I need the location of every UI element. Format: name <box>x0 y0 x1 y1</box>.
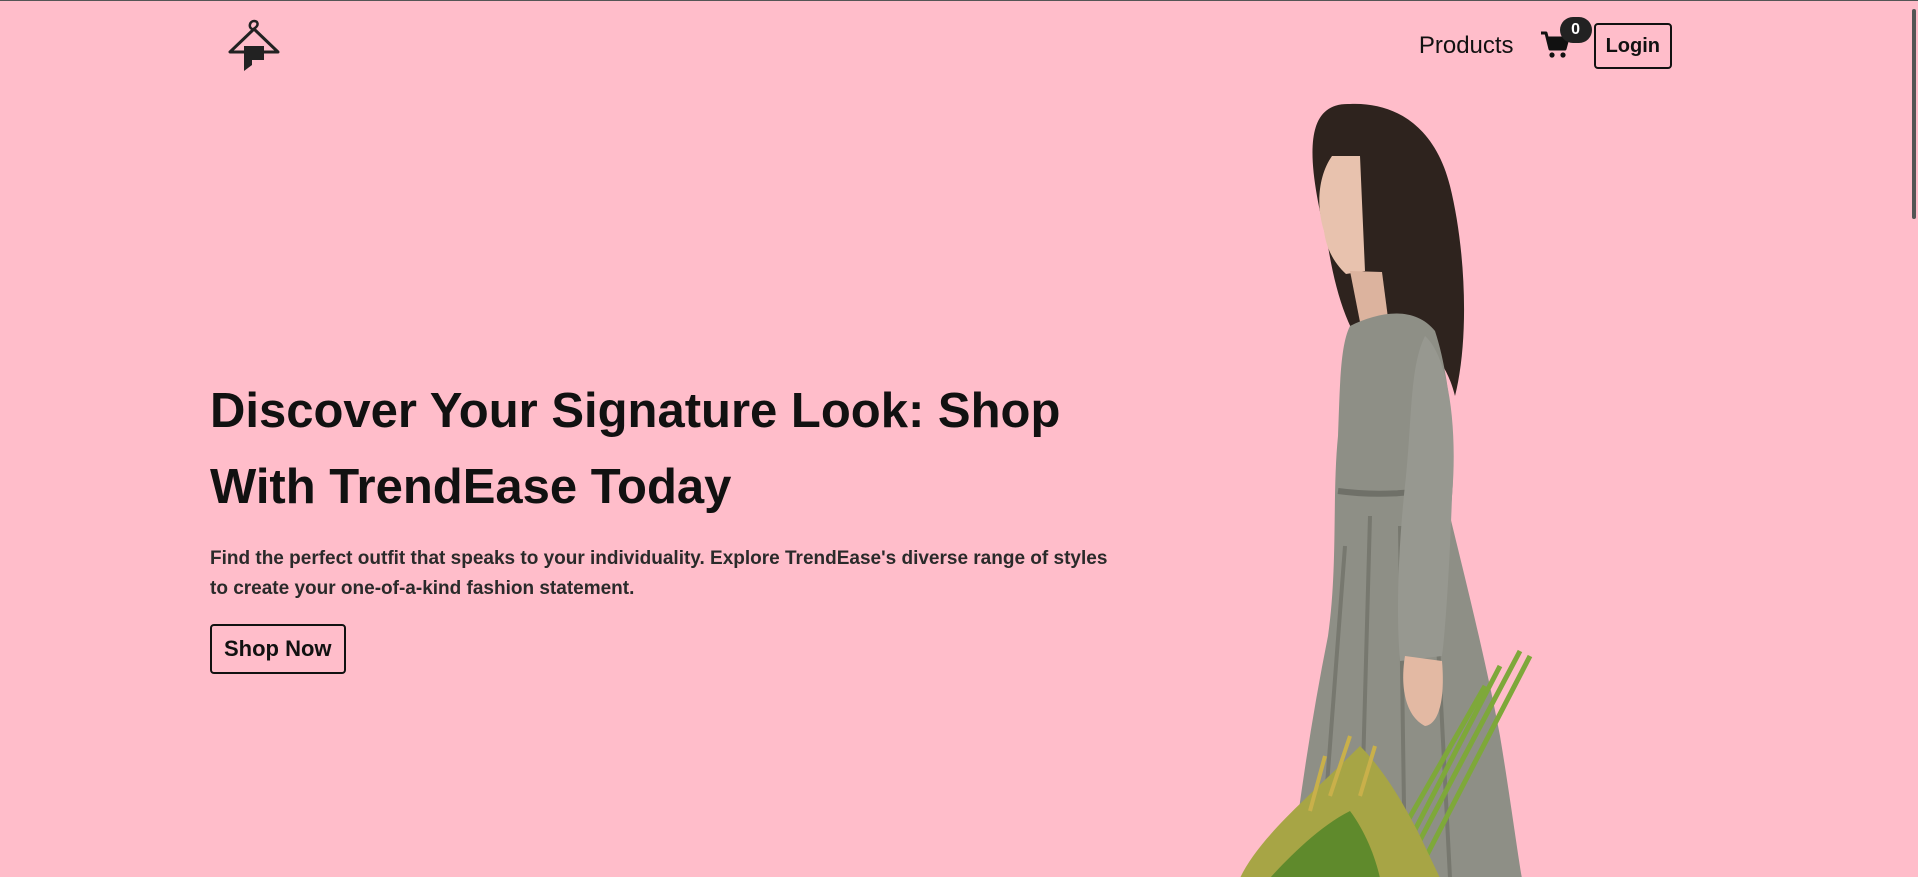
login-button[interactable]: Login <box>1593 23 1672 69</box>
navbar: Products 0 Login <box>0 1 1900 91</box>
nav-link-products[interactable]: Products <box>1419 32 1514 60</box>
landing-page: Products 0 Login Discover Your Signature… <box>0 0 1918 877</box>
scrollbar-thumb[interactable] <box>1912 9 1916 219</box>
nav-actions: Products 0 Login <box>1419 17 1672 69</box>
shop-now-button[interactable]: Shop Now <box>210 624 346 674</box>
hanger-logo-icon[interactable] <box>226 19 282 73</box>
scrollbar[interactable] <box>1900 1 1918 877</box>
hero-model-image <box>1200 96 1600 877</box>
hero-title: Discover Your Signature Look: Shop With … <box>210 384 1061 514</box>
hero-subtitle: Find the perfect outfit that speaks to y… <box>210 548 1108 599</box>
cart-button[interactable]: 0 <box>1540 17 1592 63</box>
cart-count-badge: 0 <box>1559 17 1592 43</box>
